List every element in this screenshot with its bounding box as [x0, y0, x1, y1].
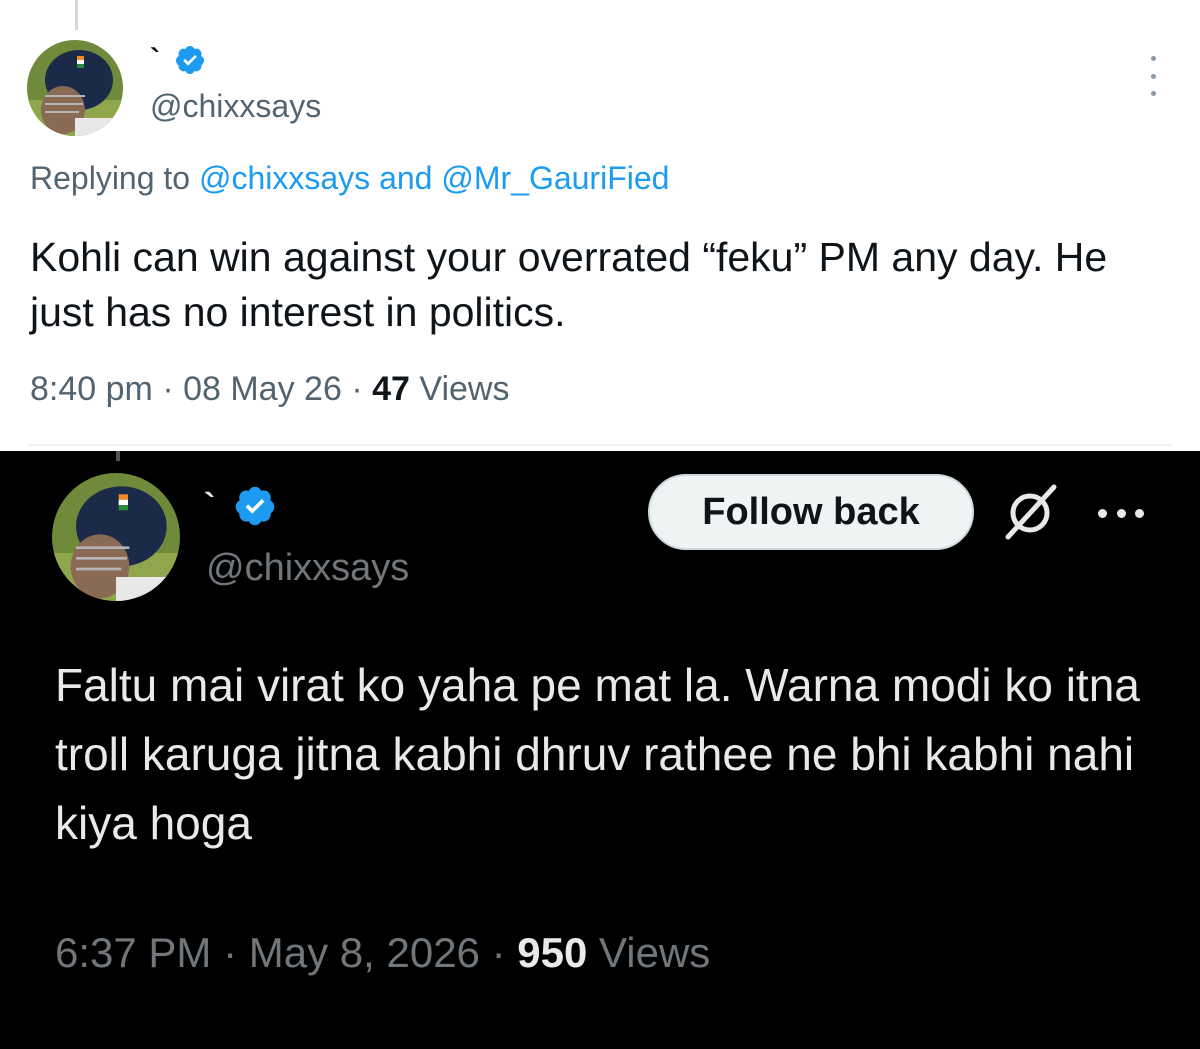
follow-back-button[interactable]: Follow back: [648, 474, 974, 550]
mention-link[interactable]: @Mr_GauriFied: [441, 160, 669, 196]
grok-icon[interactable]: [1002, 481, 1062, 541]
replying-prefix: Replying to: [30, 160, 191, 196]
tweet-text: Kohli can win against your overrated “fe…: [30, 234, 1108, 335]
more-horizontal-icon[interactable]: [1098, 508, 1144, 518]
avatar[interactable]: [27, 40, 123, 136]
display-name[interactable]: `: [204, 489, 215, 523]
views-count: 47: [372, 370, 410, 408]
mention-link[interactable]: @chixxsays: [199, 160, 370, 196]
tweet-text: Faltu mai virat ko yaha pe mat la. Warna…: [55, 659, 1140, 849]
thread-line: [75, 0, 78, 30]
thread-line: [116, 451, 120, 461]
tweet-time[interactable]: 8:40 pm: [30, 370, 153, 408]
meta-separator: ·: [491, 929, 506, 976]
more-vertical-icon[interactable]: [1141, 56, 1165, 96]
tweet-meta: 6:37 PM · May 8, 2026 · 950 Views: [55, 929, 710, 977]
meta-separator: ·: [223, 929, 238, 976]
bottom-tweet: ` @chixxsays Follow back Faltu mai virat…: [0, 451, 1200, 1049]
tweet-date[interactable]: 08 May 26: [183, 370, 342, 408]
divider: [28, 444, 1172, 446]
views-label: Views: [419, 370, 510, 408]
views-label: Views: [599, 929, 711, 976]
verified-badge-icon: [233, 484, 277, 528]
name-row: `: [204, 481, 277, 531]
name-row: `: [150, 38, 206, 82]
replying-to: Replying to @chixxsays and @Mr_GauriFied: [30, 160, 669, 197]
views-count: 950: [517, 929, 588, 976]
tweet-time[interactable]: 6:37 PM: [55, 929, 211, 976]
tweet-meta: 8:40 pm · 08 May 26 · 47 Views: [30, 370, 509, 409]
display-name[interactable]: `: [150, 45, 160, 75]
meta-separator: ·: [351, 370, 363, 408]
handle[interactable]: @chixxsays: [150, 88, 321, 125]
top-tweet: ` @chixxsays Replying to @chixxsays and …: [0, 0, 1200, 451]
replying-and: and: [379, 160, 433, 196]
verified-badge-icon: [174, 44, 206, 76]
tweet-date[interactable]: May 8, 2026: [249, 929, 480, 976]
avatar[interactable]: [52, 473, 180, 601]
handle[interactable]: @chixxsays: [206, 547, 409, 590]
meta-separator: ·: [162, 370, 174, 408]
